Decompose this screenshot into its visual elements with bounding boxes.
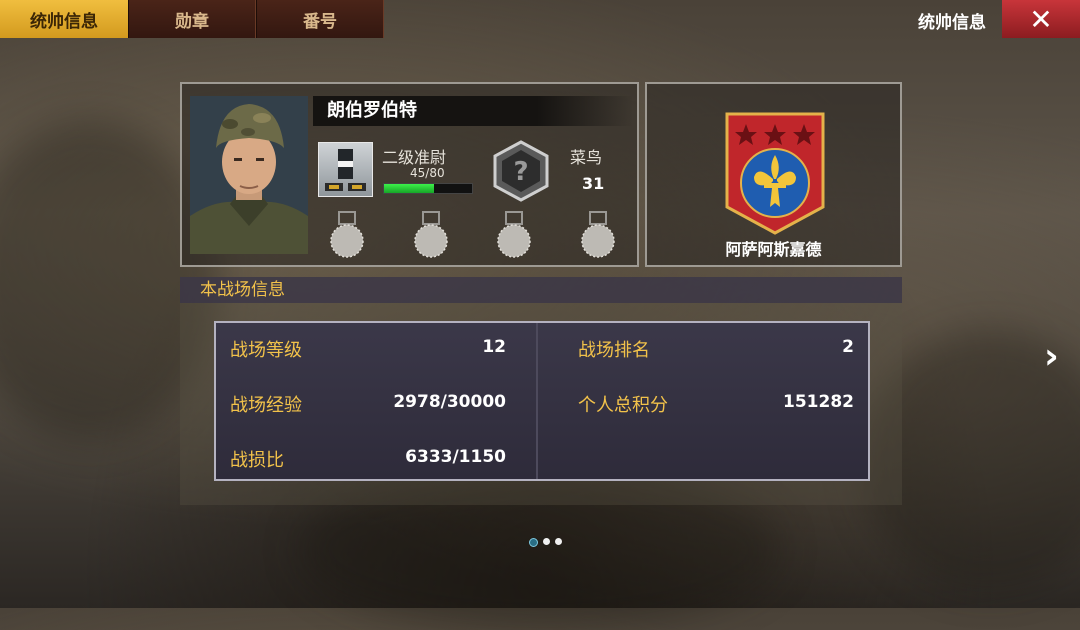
stat-value-total-score: 151282 <box>783 392 854 412</box>
tab-label: 番号 <box>303 11 337 32</box>
commander-name: 朗伯罗伯特 <box>313 96 633 126</box>
tab-medals[interactable]: 勋章 <box>128 0 256 38</box>
commander-portrait[interactable] <box>190 96 308 254</box>
faction-panel: 阿萨阿斯嘉德 <box>645 82 902 267</box>
tab-commander-info[interactable]: 统帅信息 <box>0 0 128 38</box>
title-level: 31 <box>582 174 605 193</box>
medal-slot-empty-icon[interactable] <box>579 210 617 260</box>
page-dot[interactable] <box>555 538 562 545</box>
medal-slot-empty-icon[interactable] <box>495 210 533 260</box>
stat-label-battle-rank: 战场排名 <box>578 340 650 361</box>
close-button[interactable]: ✕ <box>1002 0 1080 38</box>
battlefield-stats-table: 战场等级 12 战场经验 2978/30000 战损比 6333/1150 战场… <box>214 321 870 481</box>
stat-label-battle-exp: 战场经验 <box>230 395 302 416</box>
faction-name: 阿萨阿斯嘉德 <box>725 240 822 259</box>
medal-slot-empty-icon[interactable] <box>328 210 366 260</box>
unknown-title-icon[interactable]: ? <box>493 140 549 202</box>
stat-label-total-score: 个人总积分 <box>578 395 668 416</box>
tab-label: 统帅信息 <box>30 11 98 32</box>
profile-panel: 朗伯罗伯特 二级准尉 45/80 ? 菜鸟 31 <box>180 82 639 267</box>
stat-label-kd-ratio: 战损比 <box>230 450 284 471</box>
page-dot[interactable] <box>543 538 550 545</box>
close-icon: ✕ <box>1029 2 1053 36</box>
page-title: 统帅信息 <box>918 13 986 33</box>
stat-value-battle-level: 12 <box>482 337 506 357</box>
stat-value-battle-rank: 2 <box>842 337 854 357</box>
svg-text:?: ? <box>513 157 528 187</box>
tab-label: 勋章 <box>175 11 209 32</box>
title-name: 菜鸟 <box>570 148 603 167</box>
rank-xp-bar <box>383 183 473 194</box>
rank-name: 二级准尉 <box>382 148 447 167</box>
next-page-arrow-icon[interactable]: › <box>1044 336 1059 377</box>
column-divider <box>536 323 538 479</box>
section-header: 本战场信息 <box>180 277 902 303</box>
rank-insignia-icon[interactable] <box>318 142 373 197</box>
rank-xp-text: 45/80 <box>410 166 445 180</box>
fleur-de-lis-shield-icon[interactable] <box>724 111 826 236</box>
tab-unit-designation[interactable]: 番号 <box>256 0 384 38</box>
rank-xp-fill <box>384 184 434 193</box>
medal-slot-empty-icon[interactable] <box>412 210 450 260</box>
stat-value-battle-exp: 2978/30000 <box>393 392 506 412</box>
stat-value-kd-ratio: 6333/1150 <box>405 447 506 467</box>
page-dot-active[interactable] <box>529 538 538 547</box>
stat-label-battle-level: 战场等级 <box>230 340 302 361</box>
